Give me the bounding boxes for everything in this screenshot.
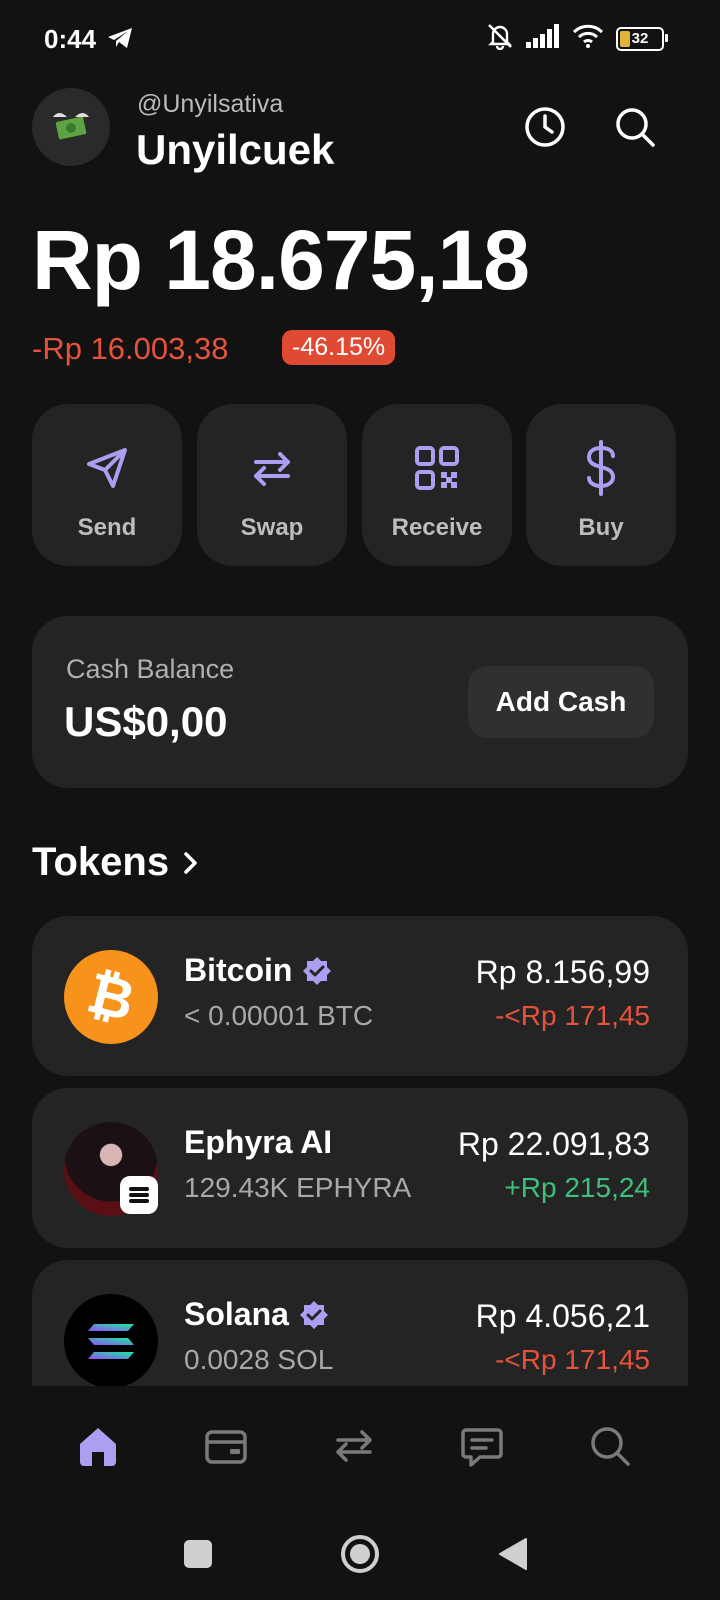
token-name: Ephyra AI [184,1124,333,1160]
send-label: Send [77,514,137,541]
token-list: ₿ Bitcoin < 0.00001 BTC Rp 8.156,99 -<Rp… [32,916,688,1386]
send-button[interactable]: Send [32,404,182,566]
battery-icon: 32 [616,26,668,51]
verified-badge-icon [299,1300,328,1329]
bitcoin-logo-icon: ₿ [64,950,158,1044]
telegram-icon [106,26,134,55]
total-balance: Rp 18.675,18 [32,213,530,307]
token-value: Rp 4.056,21 [475,1298,650,1334]
receive-label: Receive [391,514,483,541]
cash-balance-card: Cash Balance US$0,00 Add Cash [32,616,688,788]
bell-off-icon [486,22,514,55]
history-button[interactable] [520,102,570,152]
cash-balance-value: US$0,00 [64,698,228,745]
back-icon[interactable] [496,1536,530,1572]
buy-button[interactable]: Buy [526,404,676,566]
token-change: -<Rp 171,45 [495,1000,650,1031]
battery-level: 32 [631,30,649,47]
swap-label: Swap [240,514,304,541]
system-nav-bar [0,1506,720,1600]
nav-wallet[interactable] [202,1422,250,1470]
chat-icon [461,1428,503,1467]
send-icon [83,440,131,496]
avatar[interactable] [32,88,110,166]
status-icons: 32 [486,22,668,55]
cash-balance-label: Cash Balance [66,654,235,684]
search-icon [616,108,655,147]
nav-search[interactable] [586,1422,634,1470]
home-circle-icon[interactable] [340,1534,380,1574]
token-name: Solana [184,1296,329,1333]
add-cash-button[interactable]: Add Cash [468,666,654,738]
svg-text:₿: ₿ [81,960,141,1034]
token-amount: 0.0028 SOL [184,1344,334,1375]
home-icon [80,1428,116,1466]
account-handle: @Unyilsativa [137,90,284,118]
qr-code-icon [413,440,461,496]
verified-badge-icon [303,956,332,985]
token-row-bitcoin[interactable]: ₿ Bitcoin < 0.00001 BTC Rp 8.156,99 -<Rp… [32,916,688,1076]
buy-label: Buy [578,514,624,541]
token-value: Rp 8.156,99 [475,954,650,990]
swap-icon [336,1430,372,1462]
wifi-icon [572,24,604,53]
token-change: +Rp 215,24 [504,1172,650,1203]
token-name: Bitcoin [184,952,332,989]
token-amount: 129.43K EPHYRA [184,1172,412,1203]
nav-home[interactable] [74,1422,122,1470]
signal-icon [526,24,560,53]
token-amount: < 0.00001 BTC [184,1000,374,1031]
wallet-icon [205,1430,247,1464]
token-row-ephyra[interactable]: Ephyra AI 129.43K EPHYRA Rp 22.091,83 +R… [32,1088,688,1248]
clock-icon [525,107,565,147]
status-time: 0:44 [44,24,97,54]
swap-icon [248,440,296,496]
chevron-right-icon [184,851,197,874]
bottom-nav [0,1386,720,1506]
token-change: -<Rp 171,45 [495,1344,650,1375]
tokens-title: Tokens [32,840,170,884]
balance-change-percent: -46.15% [282,330,396,365]
nav-swap[interactable] [330,1422,378,1470]
recents-icon[interactable] [184,1540,212,1568]
search-button[interactable] [610,102,660,152]
swap-button[interactable]: Swap [197,404,347,566]
flying-money-icon [53,113,89,140]
search-icon [591,1427,630,1466]
solana-logo-icon [64,1294,158,1386]
token-value: Rp 22.091,83 [457,1126,650,1162]
chain-badge-icon [120,1176,158,1214]
balance-change: -Rp 16.003,38 [32,331,229,366]
token-row-solana[interactable]: Solana 0.0028 SOL Rp 4.056,21 -<Rp 171,4… [32,1260,688,1386]
receive-button[interactable]: Receive [362,404,512,566]
tokens-section-link[interactable]: Tokens [32,840,201,885]
nav-chat[interactable] [458,1422,506,1470]
dollar-icon [581,440,621,496]
account-name[interactable]: Unyilcuek [136,126,334,174]
